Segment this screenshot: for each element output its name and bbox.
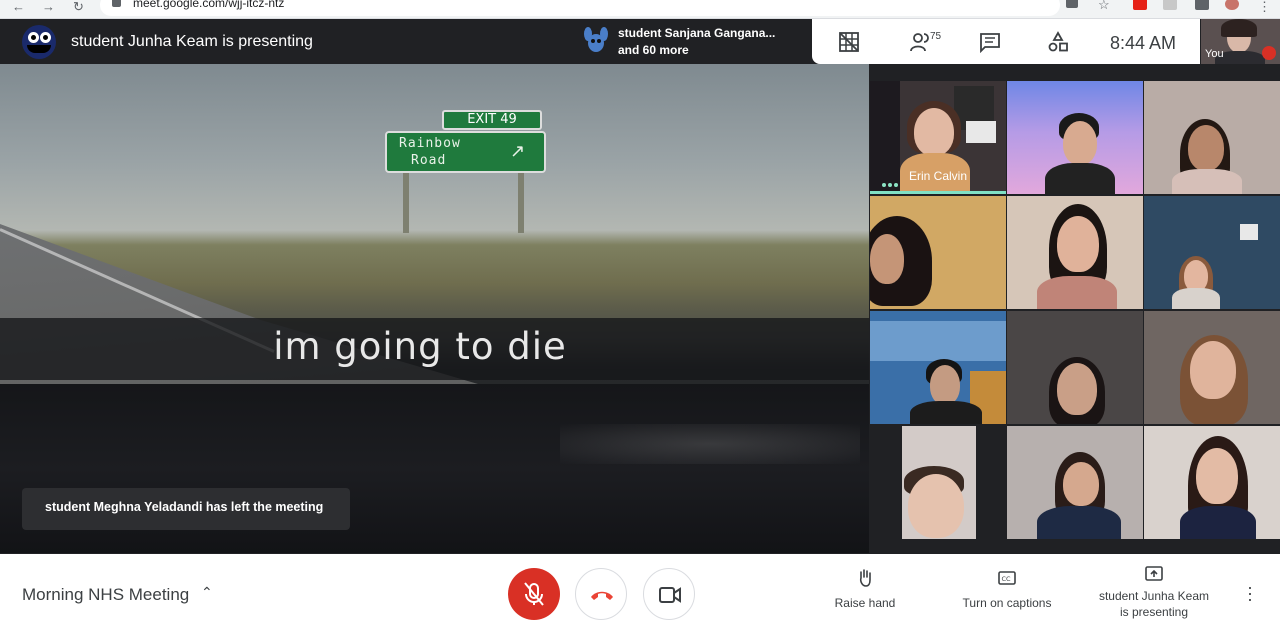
microphone-toggle-button[interactable] [508, 568, 560, 620]
road-sign: Rainbow Road ↗ [385, 131, 546, 173]
participant-tile[interactable] [1007, 311, 1143, 424]
presenting-label-line-1: student Junha Keam [1098, 589, 1210, 603]
browser-toolbar: ← → ↻ meet.google.com/wjj-itcz-ntz ☆ ⋮ [0, 0, 1280, 19]
participant-tile[interactable]: Erin Calvin [870, 81, 1006, 194]
lock-icon [112, 0, 121, 7]
speaker-avatar-icon [584, 27, 608, 52]
presenting-title: student Junha Keam is presenting [71, 33, 313, 50]
present-screen-icon [1145, 566, 1163, 581]
cast-icon[interactable] [1066, 0, 1078, 8]
participant-name: Erin Calvin [909, 169, 968, 183]
participant-tile[interactable] [870, 426, 1006, 539]
raise-hand-button[interactable]: Raise hand [828, 568, 902, 612]
active-speaker-more: and 60 more [618, 43, 689, 57]
participant-tile[interactable] [1007, 81, 1143, 194]
leave-call-button[interactable] [575, 568, 627, 620]
participant-tile[interactable] [1144, 81, 1280, 194]
chat-icon[interactable] [979, 31, 1001, 53]
presenting-label-line-2: is presenting [1119, 605, 1189, 619]
puzzle-icon[interactable] [1195, 0, 1209, 10]
participant-tile[interactable] [870, 311, 1006, 424]
participant-tile[interactable] [870, 196, 1006, 309]
more-options-icon[interactable]: · · · [1247, 578, 1253, 608]
activities-icon[interactable] [1047, 31, 1069, 53]
bottom-bar [0, 554, 1280, 635]
tile-layout-icon[interactable] [838, 31, 860, 53]
presenting-button[interactable]: student Junha Keam is presenting [1092, 564, 1216, 620]
youtube-extension-icon[interactable] [1133, 0, 1147, 10]
dashboard-reflection [560, 424, 860, 464]
captions-button[interactable]: CC Turn on captions [952, 568, 1062, 612]
people-icon[interactable] [910, 31, 932, 53]
mic-off-icon [524, 582, 544, 606]
participant-tile[interactable] [1144, 426, 1280, 539]
sign-post [518, 173, 524, 233]
participant-tile[interactable] [1007, 426, 1143, 539]
svg-text:CC: CC [1002, 575, 1012, 583]
exit-sign: EXIT 49 [442, 110, 542, 130]
extension-icon[interactable] [1163, 0, 1177, 10]
arrow-icon: ↗ [510, 141, 526, 161]
hand-icon [859, 569, 871, 587]
video-camera-icon [659, 587, 681, 603]
meeting-title[interactable]: Morning NHS Meeting [22, 585, 189, 605]
participant-tile[interactable] [1144, 196, 1280, 309]
active-speaker-bar [870, 191, 1006, 194]
active-speaker-name: student Sanjana Gangana... [618, 26, 776, 40]
participant-grid: Erin Calvin [870, 81, 1280, 539]
meeting-clock: 8:44 AM [1110, 33, 1177, 53]
self-view-label: You [1205, 48, 1224, 60]
road-sign-line-2: Road [411, 153, 447, 168]
forward-icon[interactable]: → [42, 0, 55, 14]
speaking-indicator-icon [882, 174, 900, 192]
camera-toggle-button[interactable] [643, 568, 695, 620]
browser-menu-icon[interactable]: ⋮ [1258, 0, 1271, 14]
presentation-screen[interactable]: EXIT 49 Rainbow Road ↗ im going to die [0, 64, 869, 553]
reload-icon[interactable]: ↻ [73, 0, 84, 14]
end-call-icon [591, 591, 613, 600]
presenter-avatar [22, 25, 56, 59]
raise-hand-label: Raise hand [834, 596, 896, 610]
participant-tile[interactable] [1007, 196, 1143, 309]
chevron-up-icon[interactable]: ⌃ [201, 584, 213, 601]
url-text[interactable]: meet.google.com/wjj-itcz-ntz [133, 0, 284, 10]
captions-label: Turn on captions [962, 596, 1052, 610]
notification-text: student Meghna Yeladandi has left the me… [45, 500, 324, 514]
closed-captions-icon: CC [998, 571, 1016, 585]
participant-tile[interactable] [1144, 311, 1280, 424]
star-icon[interactable]: ☆ [1098, 0, 1112, 12]
profile-icon[interactable] [1225, 0, 1239, 10]
back-icon[interactable]: ← [12, 0, 25, 14]
meme-caption: im going to die [273, 325, 567, 368]
sign-post [403, 173, 409, 233]
people-count: 75 [930, 31, 942, 42]
road-sign-line-1: Rainbow [399, 136, 461, 151]
self-mic-off-icon [1262, 46, 1276, 60]
